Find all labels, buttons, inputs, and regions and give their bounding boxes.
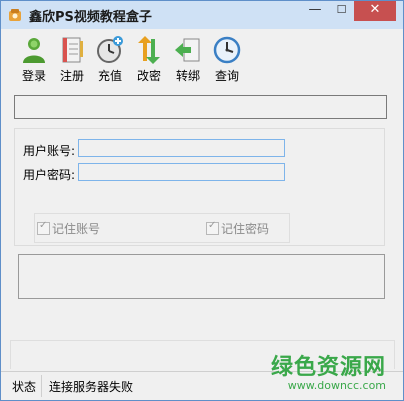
account-input[interactable] <box>78 139 285 157</box>
toolbar-rebind-button[interactable]: 转绑 <box>170 35 206 85</box>
toolbar-query-button[interactable]: 查询 <box>209 35 245 85</box>
rebind-arrow-icon <box>175 38 200 62</box>
top-info-field[interactable] <box>14 95 387 119</box>
toolbar-login-label: 登录 <box>21 69 46 83</box>
recharge-clock-icon <box>97 36 123 63</box>
toolbar-change-password-button[interactable]: 改密 <box>131 35 167 85</box>
register-notebook-icon <box>62 37 83 63</box>
remember-account-label: 记住账号 <box>52 222 101 236</box>
app-window: 鑫欣PS视频教程盒子 — ☐ ✕ 登录 注册 充值 改密 转绑 查询 用户账号:… <box>0 0 404 401</box>
status-bar: 状态 连接服务器失败 <box>1 371 403 401</box>
status-separator <box>41 375 42 397</box>
user-login-icon <box>23 38 45 63</box>
remember-account-checkbox[interactable]: 记住账号 <box>37 220 100 237</box>
password-label: 用户密码: <box>23 168 76 182</box>
remember-password-label: 记住密码 <box>221 222 270 236</box>
toolbar: 登录 注册 充值 改密 转绑 查询 <box>1 29 403 85</box>
lower-panel <box>10 340 395 369</box>
toolbar-register-button[interactable]: 注册 <box>54 35 90 85</box>
close-button[interactable]: ✕ <box>354 1 396 21</box>
toolbar-rebind-label: 转绑 <box>175 69 200 83</box>
login-panel: 用户账号: 用户密码: 记住账号 记住密码 <box>14 128 385 246</box>
window-title: 鑫欣PS视频教程盒子 <box>29 10 152 25</box>
toolbar-login-button[interactable]: 登录 <box>16 35 52 85</box>
toolbar-register-label: 注册 <box>59 69 84 83</box>
account-label: 用户账号: <box>23 144 76 158</box>
minimize-button[interactable]: — <box>301 1 329 21</box>
maximize-button[interactable]: ☐ <box>328 1 355 21</box>
query-clock-icon <box>213 36 241 64</box>
status-label: 状态 <box>12 380 37 394</box>
toolbar-change-password-label: 改密 <box>136 69 161 83</box>
remember-options: 记住账号 记住密码 <box>34 213 290 243</box>
toolbar-query-label: 查询 <box>214 69 239 83</box>
title-bar[interactable]: 鑫欣PS视频教程盒子 — ☐ ✕ <box>1 1 403 29</box>
app-logo-icon <box>9 9 21 21</box>
toolbar-recharge-label: 充值 <box>97 69 122 83</box>
password-input[interactable] <box>78 163 285 181</box>
remember-password-checkbox[interactable]: 记住密码 <box>206 220 269 237</box>
change-password-arrows-icon <box>138 36 160 64</box>
toolbar-recharge-button[interactable]: 充值 <box>92 35 128 85</box>
message-box <box>18 254 385 299</box>
status-message: 连接服务器失败 <box>49 380 134 394</box>
checkbox-icon <box>37 220 50 235</box>
checkbox-icon <box>206 220 219 235</box>
